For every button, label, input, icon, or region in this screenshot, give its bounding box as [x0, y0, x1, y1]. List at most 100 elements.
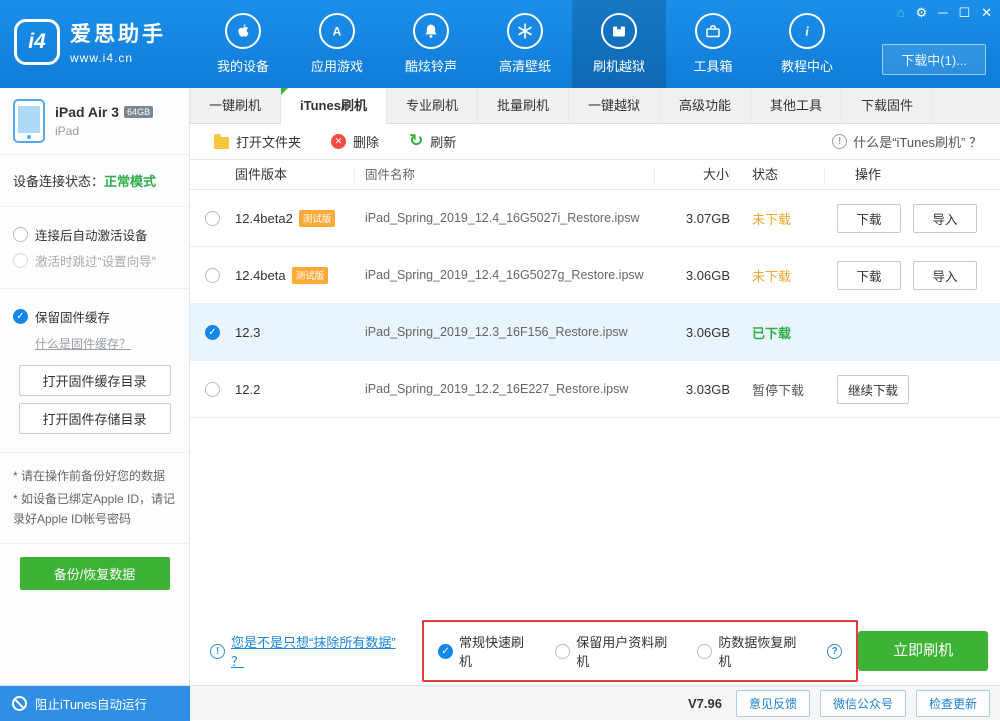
minimize-icon[interactable]: ─ [938, 5, 947, 20]
maximize-icon[interactable]: ☐ [958, 5, 970, 20]
firmware-status: 已下载 [730, 323, 825, 342]
tab-advanced[interactable]: 高级功能 [660, 88, 751, 123]
mode-label: 保留用户资料刷机 [576, 632, 675, 670]
radio-checked-icon[interactable]: ✓ [438, 644, 453, 659]
table-row[interactable]: 12.2 iPad_Spring_2019_12.2_16E227_Restor… [190, 361, 1000, 418]
mode-label: 防数据恢复刷机 [718, 632, 805, 670]
tool-label: 刷新 [430, 132, 456, 151]
row-radio[interactable] [205, 268, 220, 283]
nav-ringtones[interactable]: 酷炫铃声 [384, 0, 478, 88]
tab-pro-flash[interactable]: 专业刷机 [387, 88, 478, 123]
row-radio[interactable] [205, 382, 220, 397]
tab-itunes-flash[interactable]: iTunes刷机 [281, 88, 387, 124]
firmware-version: 12.4beta2 [235, 211, 293, 226]
gear-icon[interactable]: ⚙ [916, 5, 928, 20]
nav-flash-jailbreak[interactable]: 刷机越狱 [572, 0, 666, 88]
package-icon [601, 13, 637, 49]
tab-download-firmware[interactable]: 下载固件 [842, 88, 933, 123]
folder-icon [214, 137, 229, 149]
window-controls: ⌂ ⚙ ─ ☐ ✕ [897, 5, 992, 20]
mode-normal-flash[interactable]: ✓ 常规快速刷机 [438, 632, 533, 670]
firmware-table: 12.4beta2 测试版 iPad_Spring_2019_12.4_16G5… [190, 190, 1000, 418]
refresh-icon: ↻ [409, 134, 423, 149]
header-name: 固件名称 [355, 167, 655, 183]
backup-restore-button[interactable]: 备份/恢复数据 [20, 557, 170, 590]
radio-icon[interactable] [697, 644, 712, 659]
close-icon[interactable]: ✕ [981, 5, 992, 20]
open-folder-button[interactable]: 打开文件夹 [214, 132, 301, 151]
mode-anti-recovery[interactable]: 防数据恢复刷机 [697, 632, 805, 670]
downloading-button[interactable]: 下载中(1)... [882, 44, 986, 75]
firmware-version: 12.3 [235, 325, 260, 340]
tab-other-tools[interactable]: 其他工具 [751, 88, 842, 123]
logo-icon: i4 [14, 19, 60, 65]
nav-label: 酷炫铃声 [405, 56, 457, 75]
download-button[interactable]: 下载 [837, 204, 901, 233]
nav-wallpapers[interactable]: 高清壁纸 [478, 0, 572, 88]
checkbox-checked-icon[interactable]: ✓ [13, 309, 28, 324]
itunes-flash-help-link[interactable]: ! 什么是“iTunes刷机” ？ [832, 132, 982, 151]
radio-icon[interactable] [555, 644, 570, 659]
feedback-button[interactable]: 意见反馈 [736, 690, 810, 717]
firmware-filename: iPad_Spring_2019_12.2_16E227_Restore.ips… [355, 382, 655, 396]
option-label: 激活时跳过“设置向导” [35, 251, 156, 270]
mode-keep-user-data[interactable]: 保留用户资料刷机 [555, 632, 675, 670]
option-keep-cache[interactable]: ✓ 保留固件缓存 [13, 307, 176, 326]
open-cache-dir-button[interactable]: 打开固件缓存目录 [19, 365, 171, 396]
option-auto-activate[interactable]: 连接后自动激活设备 [13, 225, 176, 244]
delete-icon: ✕ [331, 134, 346, 149]
option-label: 连接后自动激活设备 [35, 225, 148, 244]
row-radio[interactable] [205, 211, 220, 226]
exclamation-icon: ! [210, 644, 225, 659]
nav-my-devices[interactable]: 我的设备 [196, 0, 290, 88]
firmware-table-header: 固件版本 固件名称 大小 状态 操作 [190, 160, 1000, 190]
import-button[interactable]: 导入 [913, 261, 977, 290]
status-bar: 阻止iTunes自动运行 V7.96 意见反馈 微信公众号 检查更新 [0, 685, 1000, 720]
resume-download-button[interactable]: 继续下载 [837, 375, 909, 404]
flash-now-button[interactable]: 立即刷机 [858, 631, 988, 671]
home-icon[interactable]: ⌂ [897, 5, 905, 20]
device-type: iPad [55, 124, 153, 138]
nav-label: 刷机越狱 [593, 56, 645, 75]
firmware-size: 3.07GB [655, 211, 730, 226]
firmware-size: 3.06GB [655, 268, 730, 283]
toggle-label: 阻止iTunes自动运行 [35, 694, 147, 713]
delete-button[interactable]: ✕ 删除 [331, 132, 379, 151]
nav-tutorials[interactable]: i 教程中心 [760, 0, 854, 88]
erase-data-link[interactable]: ! 您是不是只想“抹除所有数据” ？ [210, 632, 406, 670]
option-skip-setup[interactable]: 激活时跳过“设置向导” [13, 251, 176, 270]
wechat-button[interactable]: 微信公众号 [820, 690, 906, 717]
header-actions: 操作 [825, 167, 1000, 183]
row-radio-checked[interactable]: ✓ [205, 325, 220, 340]
download-button[interactable]: 下载 [837, 261, 901, 290]
table-row[interactable]: 12.4beta2 测试版 iPad_Spring_2019_12.4_16G5… [190, 190, 1000, 247]
nav-apps-games[interactable]: A 应用游戏 [290, 0, 384, 88]
bell-icon [413, 13, 449, 49]
erase-link-label: 您是不是只想“抹除所有数据” ？ [231, 632, 406, 670]
tab-batch-flash[interactable]: 批量刷机 [478, 88, 569, 123]
tab-one-key-flash[interactable]: 一键刷机 [190, 88, 281, 123]
header-size: 大小 [655, 167, 730, 183]
tab-one-key-jailbreak[interactable]: 一键越狱 [569, 88, 660, 123]
table-row-selected[interactable]: ✓ 12.3 iPad_Spring_2019_12.3_16F156_Rest… [190, 304, 1000, 361]
check-update-button[interactable]: 检查更新 [916, 690, 990, 717]
refresh-button[interactable]: ↻ 刷新 [409, 132, 456, 151]
question-icon[interactable]: ? [827, 644, 842, 659]
header-version: 固件版本 [235, 167, 355, 183]
block-itunes-toggle[interactable]: 阻止iTunes自动运行 [0, 686, 190, 721]
nav-toolbox[interactable]: 工具箱 [666, 0, 760, 88]
radio-icon[interactable] [13, 253, 28, 268]
exclamation-icon: ! [832, 134, 847, 149]
status-label: 设备连接状态： [13, 174, 104, 189]
table-row[interactable]: 12.4beta 测试版 iPad_Spring_2019_12.4_16G50… [190, 247, 1000, 304]
radio-icon[interactable] [13, 227, 28, 242]
wallpaper-icon [507, 13, 543, 49]
device-capacity-badge: 64GB [124, 106, 153, 118]
option-label: 保留固件缓存 [35, 307, 110, 326]
nav-label: 我的设备 [217, 56, 269, 75]
import-button[interactable]: 导入 [913, 204, 977, 233]
open-storage-dir-button[interactable]: 打开固件存储目录 [19, 403, 171, 434]
cache-help-link[interactable]: 什么是固件缓存？ [35, 335, 131, 352]
prohibit-icon [12, 696, 27, 711]
flash-tabs: 一键刷机 iTunes刷机 专业刷机 批量刷机 一键越狱 高级功能 其他工具 下… [190, 88, 1000, 124]
